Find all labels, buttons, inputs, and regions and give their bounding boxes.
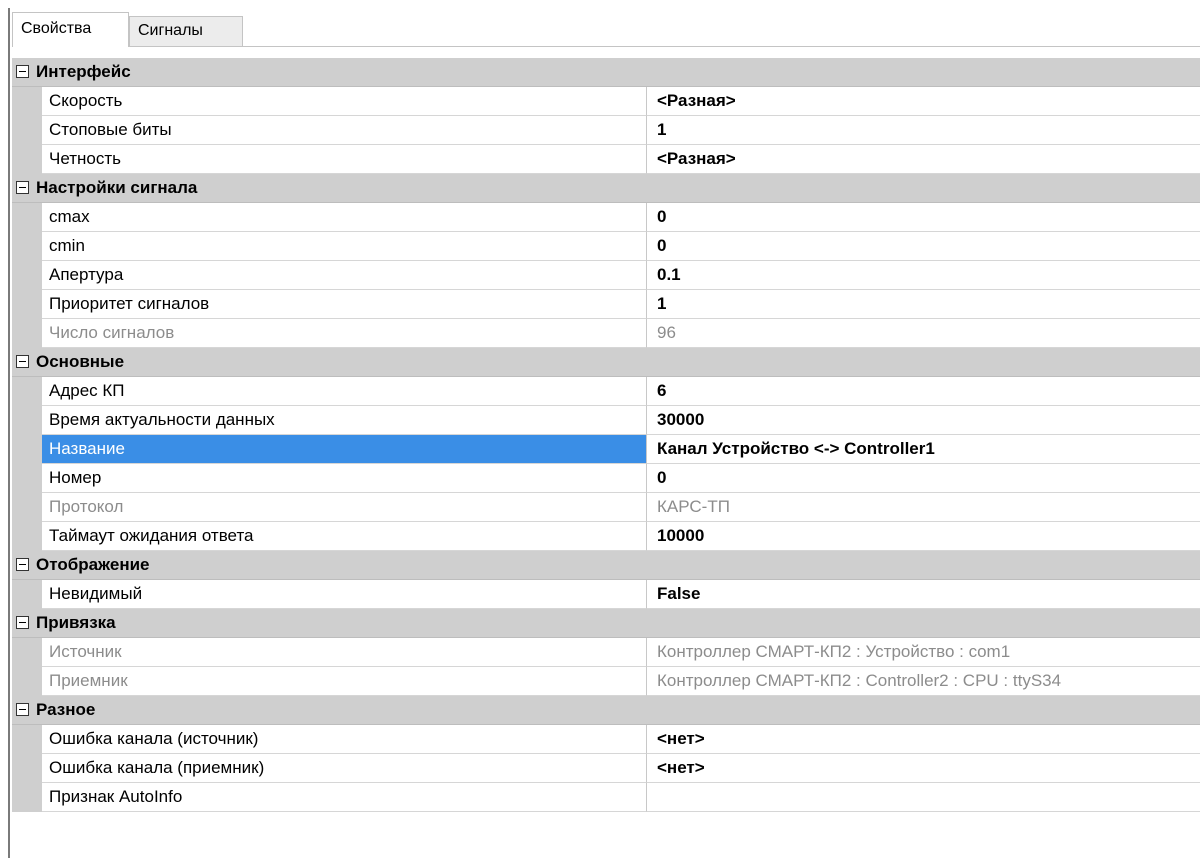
property-value[interactable]: 1 xyxy=(647,116,1200,145)
category-interface[interactable]: Интерфейс xyxy=(12,58,1200,87)
property-row-signal-priority[interactable]: Приоритет сигналов 1 xyxy=(12,290,1200,319)
category-label: Отображение xyxy=(36,555,150,574)
category-misc[interactable]: Разное xyxy=(12,696,1200,725)
property-row-name[interactable]: Название Канал Устройство <-> Controller… xyxy=(12,435,1200,464)
property-row-invisible[interactable]: Невидимый False xyxy=(12,580,1200,609)
category-signal-settings[interactable]: Настройки сигнала xyxy=(12,174,1200,203)
tab-bar: Свойства Сигналы xyxy=(12,12,1200,47)
property-value[interactable]: 0 xyxy=(647,464,1200,493)
property-name: Ошибка канала (источник) xyxy=(42,725,647,754)
property-name: cmin xyxy=(42,232,647,261)
property-row-cmin[interactable]: cmin 0 xyxy=(12,232,1200,261)
property-value[interactable]: 0.1 xyxy=(647,261,1200,290)
property-value[interactable] xyxy=(647,783,1200,812)
property-name: Приоритет сигналов xyxy=(42,290,647,319)
property-row-protocol[interactable]: Протокол КАРС-ТП xyxy=(12,493,1200,522)
category-label: Интерфейс xyxy=(36,62,131,81)
collapse-icon[interactable] xyxy=(16,181,29,194)
collapse-icon[interactable] xyxy=(16,616,29,629)
collapse-icon[interactable] xyxy=(16,703,29,716)
property-name: Таймаут ожидания ответа xyxy=(42,522,647,551)
property-name: Невидимый xyxy=(42,580,647,609)
property-row-response-timeout[interactable]: Таймаут ожидания ответа 10000 xyxy=(12,522,1200,551)
property-name: Время актуальности данных xyxy=(42,406,647,435)
category-main[interactable]: Основные xyxy=(12,348,1200,377)
property-value[interactable]: <Разная> xyxy=(647,87,1200,116)
property-name: Четность xyxy=(42,145,647,174)
property-value[interactable]: <Разная> xyxy=(647,145,1200,174)
property-value: КАРС-ТП xyxy=(647,493,1200,522)
property-row-aperture[interactable]: Апертура 0.1 xyxy=(12,261,1200,290)
property-row-stop-bits[interactable]: Стоповые биты 1 xyxy=(12,116,1200,145)
property-value[interactable]: <нет> xyxy=(647,725,1200,754)
property-row-number[interactable]: Номер 0 xyxy=(12,464,1200,493)
property-value[interactable]: 30000 xyxy=(647,406,1200,435)
property-name: Название xyxy=(42,435,647,464)
property-name: Источник xyxy=(42,638,647,667)
category-binding[interactable]: Привязка xyxy=(12,609,1200,638)
property-name: Ошибка канала (приемник) xyxy=(42,754,647,783)
property-row-channel-error-source[interactable]: Ошибка канала (источник) <нет> xyxy=(12,725,1200,754)
property-name: Стоповые биты xyxy=(42,116,647,145)
property-row-speed[interactable]: Скорость <Разная> xyxy=(12,87,1200,116)
property-name: Скорость xyxy=(42,87,647,116)
category-label: Разное xyxy=(36,700,96,719)
property-row-parity[interactable]: Четность <Разная> xyxy=(12,145,1200,174)
property-value[interactable]: False xyxy=(647,580,1200,609)
collapse-icon[interactable] xyxy=(16,65,29,78)
category-display[interactable]: Отображение xyxy=(12,551,1200,580)
tab-properties[interactable]: Свойства xyxy=(12,12,129,47)
collapse-icon[interactable] xyxy=(16,558,29,571)
property-value[interactable]: 6 xyxy=(647,377,1200,406)
property-name: Приемник xyxy=(42,667,647,696)
property-grid: Интерфейс Скорость <Разная> Стоповые бит… xyxy=(12,58,1200,812)
property-row-autoinfo[interactable]: Признак AutoInfo xyxy=(12,783,1200,812)
property-value: Контроллер СМАРТ-КП2 : Устройство : com1 xyxy=(647,638,1200,667)
property-value[interactable]: 10000 xyxy=(647,522,1200,551)
property-value[interactable]: Канал Устройство <-> Controller1 xyxy=(647,435,1200,464)
property-value[interactable]: 0 xyxy=(647,232,1200,261)
property-name: Номер xyxy=(42,464,647,493)
category-label: Настройки сигнала xyxy=(36,178,198,197)
property-name: Число сигналов xyxy=(42,319,647,348)
property-value: 96 xyxy=(647,319,1200,348)
property-name: cmax xyxy=(42,203,647,232)
property-value[interactable]: <нет> xyxy=(647,754,1200,783)
property-value[interactable]: 0 xyxy=(647,203,1200,232)
property-row-source[interactable]: Источник Контроллер СМАРТ-КП2 : Устройст… xyxy=(12,638,1200,667)
property-row-signal-count[interactable]: Число сигналов 96 xyxy=(12,319,1200,348)
property-value: Контроллер СМАРТ-КП2 : Controller2 : CPU… xyxy=(647,667,1200,696)
property-name: Апертура xyxy=(42,261,647,290)
property-name: Признак AutoInfo xyxy=(42,783,647,812)
tab-signals[interactable]: Сигналы xyxy=(129,16,243,46)
property-value[interactable]: 1 xyxy=(647,290,1200,319)
property-row-data-lifetime[interactable]: Время актуальности данных 30000 xyxy=(12,406,1200,435)
category-label: Основные xyxy=(36,352,125,371)
property-row-kp-address[interactable]: Адрес КП 6 xyxy=(12,377,1200,406)
property-row-receiver[interactable]: Приемник Контроллер СМАРТ-КП2 : Controll… xyxy=(12,667,1200,696)
category-label: Привязка xyxy=(36,613,116,632)
property-name: Протокол xyxy=(42,493,647,522)
window-left-border xyxy=(8,8,10,858)
property-name: Адрес КП xyxy=(42,377,647,406)
collapse-icon[interactable] xyxy=(16,355,29,368)
property-row-cmax[interactable]: cmax 0 xyxy=(12,203,1200,232)
property-row-channel-error-receiver[interactable]: Ошибка канала (приемник) <нет> xyxy=(12,754,1200,783)
